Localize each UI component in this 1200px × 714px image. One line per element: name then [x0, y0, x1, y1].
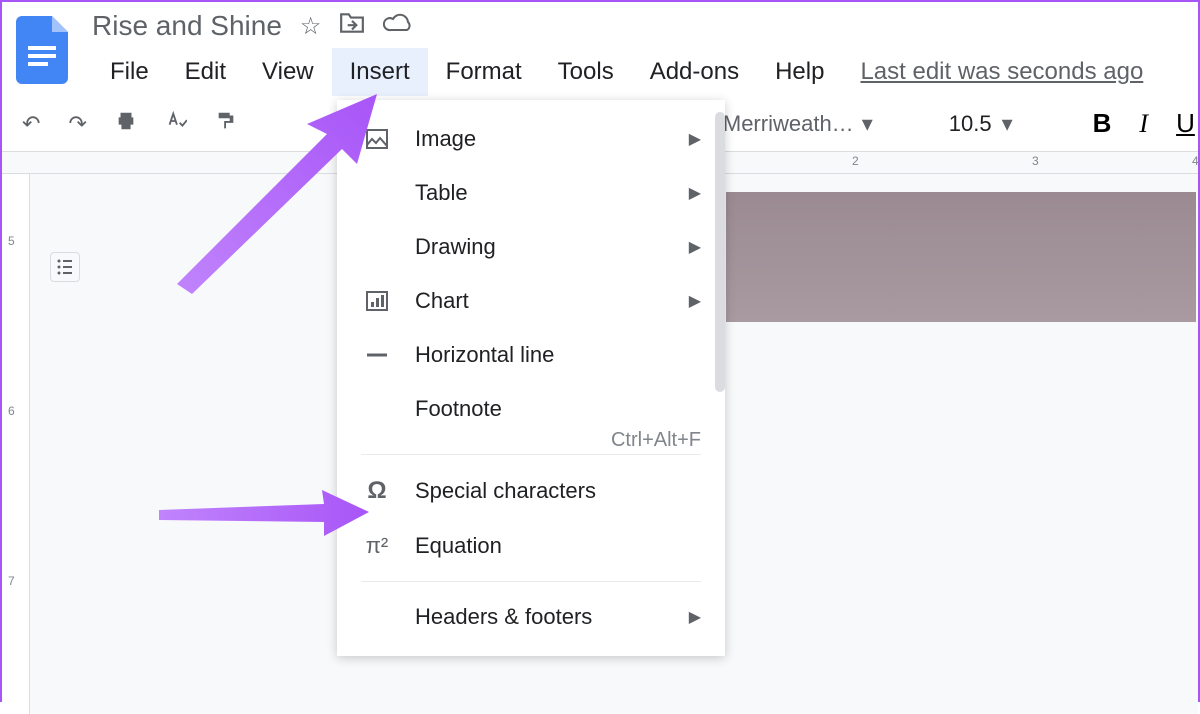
dd-special-characters[interactable]: Ω Special characters: [337, 463, 725, 519]
dd-image[interactable]: Image ▶: [337, 112, 725, 166]
dropdown-separator: [361, 581, 701, 582]
dd-label: Chart: [415, 288, 469, 314]
vertical-ruler: 5 6 7: [2, 174, 30, 714]
document-title[interactable]: Rise and Shine: [92, 10, 282, 42]
dd-label: Drawing: [415, 234, 496, 260]
dd-table[interactable]: Table ▶: [337, 166, 725, 220]
dd-headers-footers[interactable]: Headers & footers ▶: [337, 590, 725, 644]
dd-label: Horizontal line: [415, 342, 554, 368]
font-selector[interactable]: Merriweath… ▾: [723, 111, 873, 137]
dd-footnote[interactable]: Footnote Ctrl+Alt+F: [337, 382, 725, 446]
italic-icon[interactable]: I: [1139, 109, 1148, 139]
last-edit-link[interactable]: Last edit was seconds ago: [860, 58, 1143, 86]
menu-tools[interactable]: Tools: [540, 48, 632, 96]
font-name: Merriweath…: [723, 111, 854, 137]
submenu-arrow-icon: ▶: [689, 237, 701, 257]
undo-icon[interactable]: ↶: [22, 111, 40, 137]
document-image[interactable]: [726, 192, 1196, 322]
ruler-mark: 3: [1032, 154, 1039, 168]
docs-logo-icon[interactable]: [12, 10, 72, 90]
bold-icon[interactable]: B: [1093, 108, 1112, 139]
dd-label: Special characters: [415, 478, 596, 504]
menu-help[interactable]: Help: [757, 48, 842, 96]
horizontal-line-icon: [361, 343, 393, 367]
ruler-mark: 4: [1192, 154, 1199, 168]
star-icon[interactable]: ☆: [300, 12, 322, 41]
vruler-mark: 6: [8, 404, 15, 418]
cloud-status-icon[interactable]: [383, 12, 413, 41]
annotation-arrow: [154, 490, 374, 540]
dd-chart[interactable]: Chart ▶: [337, 274, 725, 328]
redo-icon[interactable]: ↷: [68, 111, 86, 137]
move-folder-icon[interactable]: [339, 12, 365, 41]
dd-label: Headers & footers: [415, 604, 592, 630]
menu-view[interactable]: View: [244, 48, 332, 96]
app-header: Rise and Shine ☆ File Edit View Insert F…: [2, 2, 1198, 96]
menu-insert[interactable]: Insert: [332, 48, 428, 96]
underline-icon[interactable]: U: [1176, 108, 1195, 139]
menu-file[interactable]: File: [92, 48, 167, 96]
dropdown-separator: [361, 454, 701, 455]
font-size-selector[interactable]: 10.5 ▾: [949, 111, 1013, 137]
submenu-arrow-icon: ▶: [689, 183, 701, 203]
dd-label: Footnote: [415, 396, 502, 422]
menu-edit[interactable]: Edit: [167, 48, 244, 96]
insert-dropdown: Image ▶ Table ▶ Drawing ▶ Chart ▶ Horizo…: [337, 100, 725, 656]
dd-label: Table: [415, 180, 468, 206]
annotation-arrow: [157, 94, 387, 294]
vruler-mark: 5: [8, 234, 15, 248]
dd-drawing[interactable]: Drawing ▶: [337, 220, 725, 274]
ruler-mark: 2: [852, 154, 859, 168]
submenu-arrow-icon: ▶: [689, 129, 701, 149]
print-icon[interactable]: [115, 110, 137, 138]
submenu-arrow-icon: ▶: [689, 291, 701, 311]
menu-format[interactable]: Format: [428, 48, 540, 96]
chevron-down-icon: ▾: [1002, 111, 1013, 137]
dd-label: Equation: [415, 533, 502, 559]
dd-horizontal-line[interactable]: Horizontal line: [337, 328, 725, 382]
chevron-down-icon: ▾: [862, 111, 873, 137]
menu-addons[interactable]: Add-ons: [632, 48, 757, 96]
submenu-arrow-icon: ▶: [689, 607, 701, 627]
dd-equation[interactable]: π² Equation: [337, 519, 725, 573]
vruler-mark: 7: [8, 574, 15, 588]
dd-label: Image: [415, 126, 476, 152]
font-size: 10.5: [949, 111, 992, 137]
outline-toggle-icon[interactable]: [50, 252, 80, 282]
menu-bar: File Edit View Insert Format Tools Add-o…: [92, 48, 1188, 96]
dd-shortcut: Ctrl+Alt+F: [611, 429, 701, 452]
